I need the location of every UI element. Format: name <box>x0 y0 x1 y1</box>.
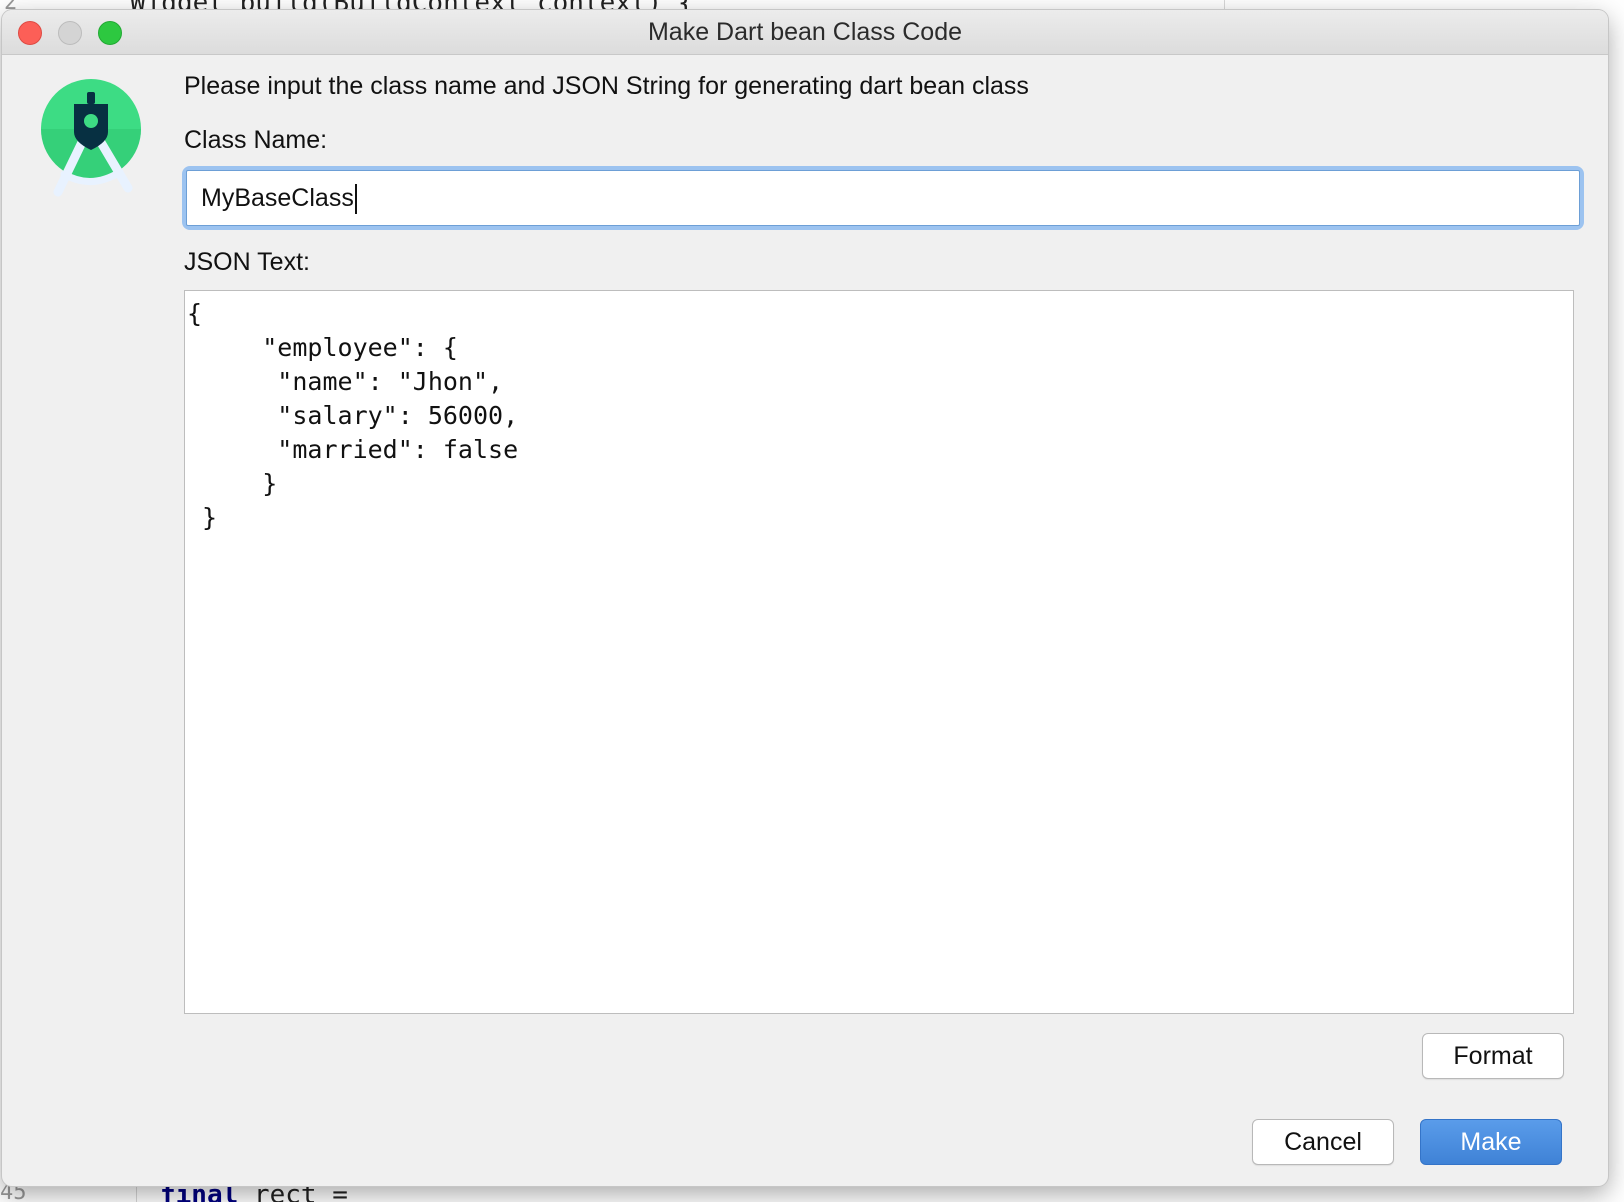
class-name-field-wrapper: MyBaseClass <box>186 170 1580 226</box>
format-button[interactable]: Format <box>1422 1033 1564 1079</box>
gutter-divider <box>136 1186 137 1202</box>
editor-divider <box>1224 0 1225 10</box>
json-text-label: JSON Text: <box>184 248 310 276</box>
class-name-value: MyBaseClass <box>201 184 354 212</box>
cancel-button[interactable]: Cancel <box>1252 1119 1394 1165</box>
class-name-label: Class Name: <box>184 126 328 154</box>
class-name-input[interactable]: MyBaseClass <box>186 170 1580 226</box>
instruction-text: Please input the class name and JSON Str… <box>184 72 1029 100</box>
json-textarea[interactable]: { "employee": { "name": "Jhon", "salary"… <box>184 290 1574 1014</box>
make-button[interactable]: Make <box>1420 1119 1562 1165</box>
text-caret <box>354 184 357 215</box>
title-bar: Make Dart bean Class Code <box>2 10 1608 55</box>
android-studio-logo-icon <box>41 79 141 197</box>
json-text-content: { "employee": { "name": "Jhon", "salary"… <box>187 299 519 532</box>
make-dart-bean-dialog: Make Dart bean Class Code Please input t… <box>2 10 1608 1186</box>
dialog-title: Make Dart bean Class Code <box>647 18 963 46</box>
